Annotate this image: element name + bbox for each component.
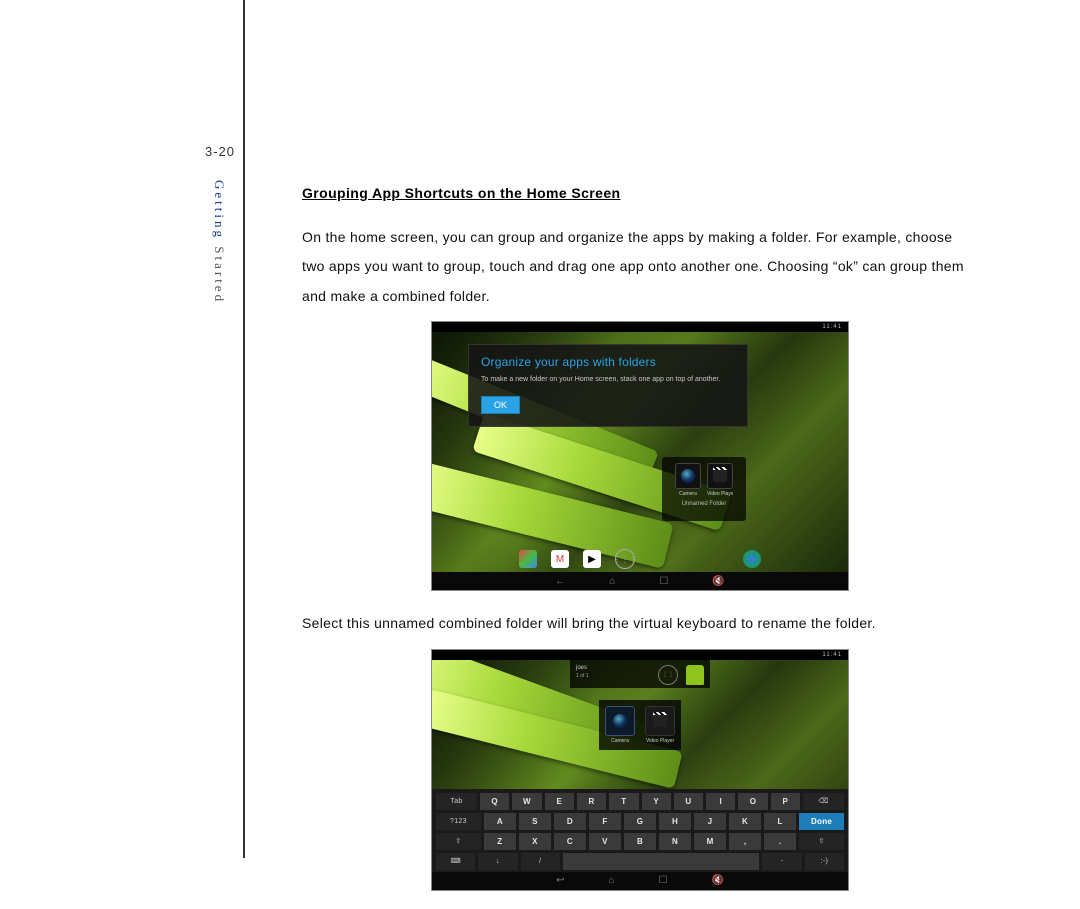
- key-period[interactable]: .: [764, 833, 796, 850]
- key-o[interactable]: O: [738, 793, 767, 810]
- page-number: 3-20: [205, 144, 235, 159]
- open-folder: Camera Video Player: [599, 700, 681, 750]
- nav-bar: ← ⌂ ☐ 🔇: [432, 572, 848, 590]
- camera-icon[interactable]: [605, 706, 635, 736]
- key-shift-right[interactable]: ⇧: [799, 833, 844, 850]
- status-bar: 11:41: [432, 322, 848, 332]
- key-j[interactable]: J: [694, 813, 726, 830]
- home-icon[interactable]: ⌂: [608, 875, 614, 886]
- vertical-rule: [243, 0, 245, 858]
- key-smile[interactable]: :-): [805, 853, 844, 870]
- dock-app-gmail[interactable]: M: [551, 550, 569, 568]
- app-label-video: Video Player: [645, 738, 675, 744]
- dock-app-maps[interactable]: [519, 550, 537, 568]
- screenshot-rename-keyboard: 11:41 joes 1 of 1 ⋮⋮ Camera Video Player…: [431, 649, 849, 891]
- key-t[interactable]: T: [609, 793, 638, 810]
- key-shift-left[interactable]: ⇧: [436, 833, 481, 850]
- app-label-video: Video Player: [707, 491, 733, 497]
- back-icon[interactable]: ↩: [556, 875, 564, 886]
- organize-dialog: Organize your apps with folders To make …: [468, 344, 748, 427]
- status-bar: 11:41: [432, 650, 848, 660]
- key-l[interactable]: L: [764, 813, 796, 830]
- camera-icon: [675, 463, 701, 489]
- key-y[interactable]: Y: [642, 793, 671, 810]
- key-h[interactable]: H: [659, 813, 691, 830]
- paragraph-2: Select this unnamed combined folder will…: [302, 609, 978, 638]
- key-c[interactable]: C: [554, 833, 586, 850]
- home-icon[interactable]: ⌂: [609, 576, 615, 587]
- all-apps-icon[interactable]: ⋮⋮: [658, 665, 678, 685]
- key-b[interactable]: B: [624, 833, 656, 850]
- key-x[interactable]: X: [519, 833, 551, 850]
- all-apps-button[interactable]: ⋮⋮⋮: [615, 549, 635, 569]
- app-label-camera: Camera: [675, 491, 701, 497]
- key-backspace[interactable]: ⌫: [803, 793, 844, 810]
- favorites-dock: M ▶ ⋮⋮⋮: [432, 546, 848, 572]
- key-s[interactable]: S: [519, 813, 551, 830]
- new-folder-highlight[interactable]: Camera Video Player Unnamed Folder: [662, 457, 746, 521]
- key-r[interactable]: R: [577, 793, 606, 810]
- folder-name-label: Unnamed Folder: [682, 501, 727, 507]
- dialog-title: Organize your apps with folders: [481, 355, 735, 369]
- recents-icon[interactable]: ☐: [659, 875, 668, 886]
- folder-name-input[interactable]: joes: [576, 665, 650, 671]
- ok-button[interactable]: OK: [481, 396, 520, 414]
- app-label-camera: Camera: [605, 738, 635, 744]
- key-d[interactable]: D: [554, 813, 586, 830]
- dialog-body: To make a new folder on your Home screen…: [481, 375, 735, 385]
- key-v[interactable]: V: [589, 833, 621, 850]
- page-count: 1 of 1: [576, 673, 650, 679]
- key-g[interactable]: G: [624, 813, 656, 830]
- key-slash[interactable]: /: [521, 853, 560, 870]
- key-comma[interactable]: ,: [729, 833, 761, 850]
- video-player-icon: [707, 463, 733, 489]
- key-hide[interactable]: ⌨: [436, 853, 475, 870]
- section-heading: Grouping App Shortcuts on the Home Scree…: [302, 185, 978, 201]
- volume-icon[interactable]: 🔇: [712, 576, 724, 587]
- key-i[interactable]: I: [706, 793, 735, 810]
- chapter-label: Getting Started: [211, 180, 227, 304]
- key-z[interactable]: Z: [484, 833, 516, 850]
- key-dash[interactable]: -: [762, 853, 801, 870]
- key-a[interactable]: A: [484, 813, 516, 830]
- clock: 11:41: [822, 324, 842, 330]
- key-symbols[interactable]: ?123: [436, 813, 481, 830]
- key-e[interactable]: E: [545, 793, 574, 810]
- key-q[interactable]: Q: [480, 793, 509, 810]
- dock-app-browser[interactable]: [743, 550, 761, 568]
- virtual-keyboard: Tab Q W E R T Y U I O P ⌫ ?123 A S D F G…: [432, 789, 848, 872]
- key-m[interactable]: M: [694, 833, 726, 850]
- folder-header: joes 1 of 1 ⋮⋮: [570, 660, 710, 688]
- screenshot-folder-dialog: 11:41 Organize your apps with folders To…: [431, 321, 849, 591]
- key-f[interactable]: F: [589, 813, 621, 830]
- chapter-label-word2: Started: [212, 246, 227, 304]
- nav-bar: ↩ ⌂ ☐ 🔇: [432, 872, 848, 890]
- content-column: Grouping App Shortcuts on the Home Scree…: [302, 185, 978, 909]
- volume-icon[interactable]: 🔇: [711, 875, 723, 886]
- key-mic[interactable]: ↓: [478, 853, 517, 870]
- key-tab[interactable]: Tab: [436, 793, 477, 810]
- dock-app-play[interactable]: ▶: [583, 550, 601, 568]
- recents-icon[interactable]: ☐: [659, 576, 668, 587]
- back-icon[interactable]: ←: [555, 576, 565, 587]
- key-p[interactable]: P: [771, 793, 800, 810]
- key-u[interactable]: U: [674, 793, 703, 810]
- android-icon: [686, 665, 704, 685]
- clock: 11:41: [822, 652, 842, 658]
- key-k[interactable]: K: [729, 813, 761, 830]
- key-space[interactable]: [563, 853, 760, 870]
- key-n[interactable]: N: [659, 833, 691, 850]
- video-player-icon[interactable]: [645, 706, 675, 736]
- paragraph-1: On the home screen, you can group and or…: [302, 223, 978, 311]
- chapter-label-word1: Getting: [212, 180, 227, 240]
- key-done[interactable]: Done: [799, 813, 844, 830]
- key-w[interactable]: W: [512, 793, 541, 810]
